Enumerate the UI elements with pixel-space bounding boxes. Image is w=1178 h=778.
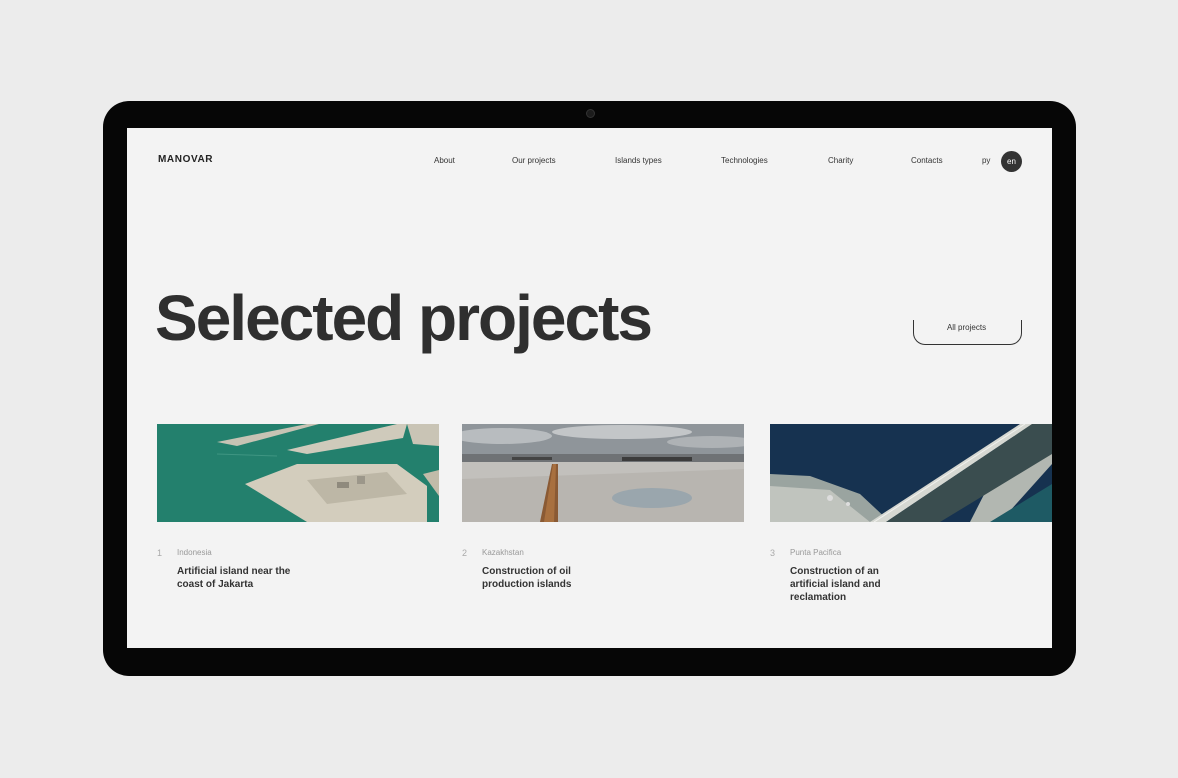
- project-card-1[interactable]: 1 Indonesia Artificial island near the c…: [157, 424, 439, 590]
- nav-contacts[interactable]: Contacts: [911, 156, 943, 165]
- project-image-punta-pacifica[interactable]: [770, 424, 1052, 522]
- project-image-jakarta[interactable]: [157, 424, 439, 522]
- language-ru-button[interactable]: ру: [982, 156, 990, 165]
- project-card-3[interactable]: 3 Punta Pacifica Construction of an arti…: [770, 424, 1052, 603]
- tablet-frame: MANOVAR About Our projects Islands types…: [103, 101, 1076, 676]
- nav-charity[interactable]: Charity: [828, 156, 853, 165]
- nav-islands-types[interactable]: Islands types: [615, 156, 662, 165]
- project-title[interactable]: Construction of oil production islands: [482, 565, 602, 591]
- camera-dot: [586, 109, 595, 118]
- all-projects-label[interactable]: All projects: [913, 323, 1020, 332]
- project-location: Indonesia: [177, 548, 212, 557]
- project-card-2[interactable]: 2 Kazakhstan Construction of oil product…: [462, 424, 744, 590]
- project-title[interactable]: Construction of an artificial island and…: [790, 565, 910, 604]
- nav-about[interactable]: About: [434, 156, 455, 165]
- website-screen: MANOVAR About Our projects Islands types…: [127, 128, 1052, 648]
- project-number: 3: [770, 548, 776, 558]
- site-logo[interactable]: MANOVAR: [158, 154, 213, 165]
- project-location: Kazakhstan: [482, 548, 524, 557]
- project-number: 1: [157, 548, 163, 558]
- project-title[interactable]: Artificial island near the coast of Jaka…: [177, 565, 297, 591]
- project-number: 2: [462, 548, 468, 558]
- project-image-kazakhstan[interactable]: [462, 424, 744, 522]
- project-location: Punta Pacifica: [790, 548, 842, 557]
- language-en-button[interactable]: en: [1001, 151, 1022, 172]
- page-title: Selected projects: [155, 282, 653, 354]
- nav-technologies[interactable]: Technologies: [721, 156, 768, 165]
- nav-our-projects[interactable]: Our projects: [512, 156, 556, 165]
